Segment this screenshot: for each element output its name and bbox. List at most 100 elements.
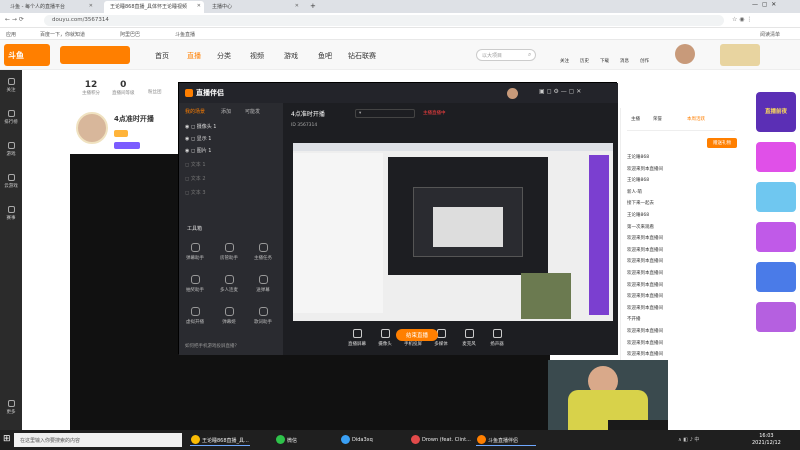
room-title: 4点准时开播 [114, 115, 154, 123]
preview-browser [293, 143, 613, 151]
taskbar-app[interactable]: Dida3xq [340, 434, 395, 446]
chat-tab[interactable]: 荣誉 [653, 116, 662, 122]
nav-live[interactable]: 直播 [187, 51, 201, 61]
monitor-icon [352, 329, 362, 338]
stat-value: 12 [84, 80, 98, 90]
close-icon[interactable]: ✕ [89, 3, 93, 9]
tool-multi[interactable]: 多人连麦 [217, 275, 241, 293]
source-item[interactable]: ◉ ◻ 摄像头 1 [185, 123, 216, 130]
btn-mic[interactable]: 麦克风 [457, 329, 481, 347]
promo-card[interactable] [756, 262, 796, 292]
source-item[interactable]: ◻ 文本 1 [185, 161, 206, 168]
taskbar-app[interactable]: Drown (feat. Clint... [410, 434, 472, 446]
live-hint: 主播直播中 [423, 111, 446, 116]
chat-message: 欢迎来到本直播间 [627, 340, 663, 346]
promo-card[interactable] [756, 142, 796, 172]
clock[interactable]: 16:03 2021/12/12 [752, 433, 781, 447]
promo-card[interactable] [756, 182, 796, 212]
taskbar-app[interactable]: 微信 [275, 434, 325, 446]
nav-yuba[interactable]: 鱼吧 [318, 51, 332, 61]
game-badge-icon[interactable] [720, 44, 760, 66]
level-badge [114, 130, 128, 137]
browser-tab-active[interactable]: 王论睡868直播_具体怀王论睡视频 ✕ [104, 1, 204, 13]
rail-match[interactable]: 赛事 [2, 206, 20, 221]
source-item[interactable]: ◻ 文本 2 [185, 175, 206, 182]
avatar[interactable] [675, 44, 695, 64]
app-icon [341, 435, 350, 444]
promo-banner[interactable]: 直播前夜 [756, 92, 796, 132]
profile-icon[interactable]: ☆ ◉ ⋮ [732, 16, 752, 23]
address-input[interactable]: douyu.com/3567314 [44, 15, 724, 26]
anchor-avatar[interactable] [76, 112, 108, 144]
rail-game[interactable]: 游戏 [2, 142, 20, 157]
tool-task[interactable]: 主播任务 [251, 243, 275, 261]
bookmark-item[interactable]: 阿里巴巴 [120, 31, 140, 38]
btn-screen[interactable]: 直播屏幕 [345, 329, 369, 347]
top-icon-download[interactable]: 下载 [600, 58, 609, 64]
nav-league[interactable]: 钻石联赛 [348, 51, 376, 61]
room-id-label: ID 3567314 [291, 123, 318, 128]
promo-card[interactable] [756, 222, 796, 252]
chat-message: 王论睡868 [627, 155, 650, 160]
stat-fans: 粉丝团 [148, 90, 162, 95]
gift-button[interactable]: 赠送礼物 [707, 138, 737, 148]
windows-start-icon[interactable]: ⊞ [3, 434, 11, 444]
source-item[interactable]: ◻ 文本 3 [185, 189, 206, 196]
bookmark-item[interactable]: 百度一下，你就知道 [40, 31, 85, 38]
nav-arrows-icon[interactable]: ← → ⟳ [5, 16, 24, 23]
browser-tab-bar: 斗鱼 - 每个人的直播平台 ✕ 王论睡868直播_具体怀王论睡视频 ✕ 主播中心 ✕ … [0, 0, 800, 13]
tool-admin[interactable]: 房管助手 [217, 243, 241, 261]
window-controls[interactable]: — ▢ ✕ [752, 1, 776, 8]
browser-tab[interactable]: 斗鱼 - 每个人的直播平台 ✕ [4, 1, 96, 13]
taskbar-app[interactable]: 王论睡868直播_具... [190, 434, 250, 446]
tool-send[interactable]: 送弹幕 [251, 275, 275, 293]
site-logo[interactable]: 斗鱼 [4, 44, 50, 66]
avatar[interactable] [507, 88, 518, 99]
nav-category[interactable]: 分类 [217, 51, 231, 61]
scene-tab[interactable]: 我的场景 [185, 108, 205, 115]
category-select[interactable]: ▾ [355, 109, 415, 118]
rail-rank[interactable]: 排行榜 [2, 110, 20, 125]
scene-tab[interactable]: 可能发 [245, 108, 260, 115]
bookmark-item[interactable]: 斗鱼直播 [175, 31, 195, 38]
promo-card[interactable] [756, 302, 796, 332]
bookmark-item[interactable]: 应用 [6, 31, 16, 38]
bookmark-item[interactable]: 阅读清单 [760, 31, 780, 38]
tool-danmuji[interactable]: 弹幕姬 [217, 307, 241, 325]
rail-cloud[interactable]: 云游戏 [2, 174, 20, 189]
taskbar-search-input[interactable]: 在这里输入你要搜索的内容 [14, 433, 182, 447]
window-controls[interactable]: ▣ ◻ ⚙ — ▢ ✕ [539, 88, 581, 95]
chrome-icon [191, 435, 200, 444]
top-icon-create[interactable]: 创作 [640, 58, 649, 64]
new-tab-icon[interactable]: + [310, 2, 316, 10]
top-icon-follow[interactable]: 关注 [560, 58, 569, 64]
site-search-input[interactable]: 以大项目 [476, 49, 536, 61]
source-item[interactable]: ◉ ◻ 显示 1 [185, 135, 211, 142]
browser-tab[interactable]: 主播中心 ✕ [206, 1, 302, 13]
chat-tab[interactable]: 主播 [631, 116, 640, 122]
search-icon[interactable]: ⌕ [528, 51, 531, 59]
nav-game[interactable]: 游戏 [284, 51, 298, 61]
nav-video[interactable]: 视频 [250, 51, 264, 61]
tool-lottery[interactable]: 抽奖助手 [183, 275, 207, 293]
rail-follow[interactable]: 关注 [2, 78, 20, 93]
close-icon[interactable]: ✕ [197, 3, 201, 9]
btn-camera[interactable]: 摄像头 [373, 329, 397, 347]
close-icon[interactable]: ✕ [295, 3, 299, 9]
btn-speaker[interactable]: 扬声器 [485, 329, 509, 347]
top-icon-message[interactable]: 消息 [620, 58, 629, 64]
taskbar-app[interactable]: 斗鱼直播伴侣 [476, 434, 536, 446]
scene-tab[interactable]: 添加 [221, 108, 231, 115]
end-live-button[interactable]: 结束直播 [396, 329, 438, 341]
tool-danmu[interactable]: 弹幕助手 [183, 243, 207, 261]
nav-home[interactable]: 首页 [155, 51, 169, 61]
footer-hint[interactable]: 如何把手机游戏投屏直播？ [185, 343, 239, 349]
tray-icons[interactable]: ∧ ◧ ♪ 中 [678, 436, 699, 443]
preview-canvas[interactable] [293, 143, 613, 321]
tool-virtual[interactable]: 虚拟开播 [183, 307, 207, 325]
top-icon-history[interactable]: 历史 [580, 58, 589, 64]
source-item[interactable]: ◉ ◻ 图片 1 [185, 147, 211, 154]
tool-lyrics[interactable]: 歌词助手 [251, 307, 275, 325]
rail-more[interactable]: 更多 [2, 400, 20, 415]
chat-tab[interactable]: 本周活跃 [687, 116, 705, 122]
